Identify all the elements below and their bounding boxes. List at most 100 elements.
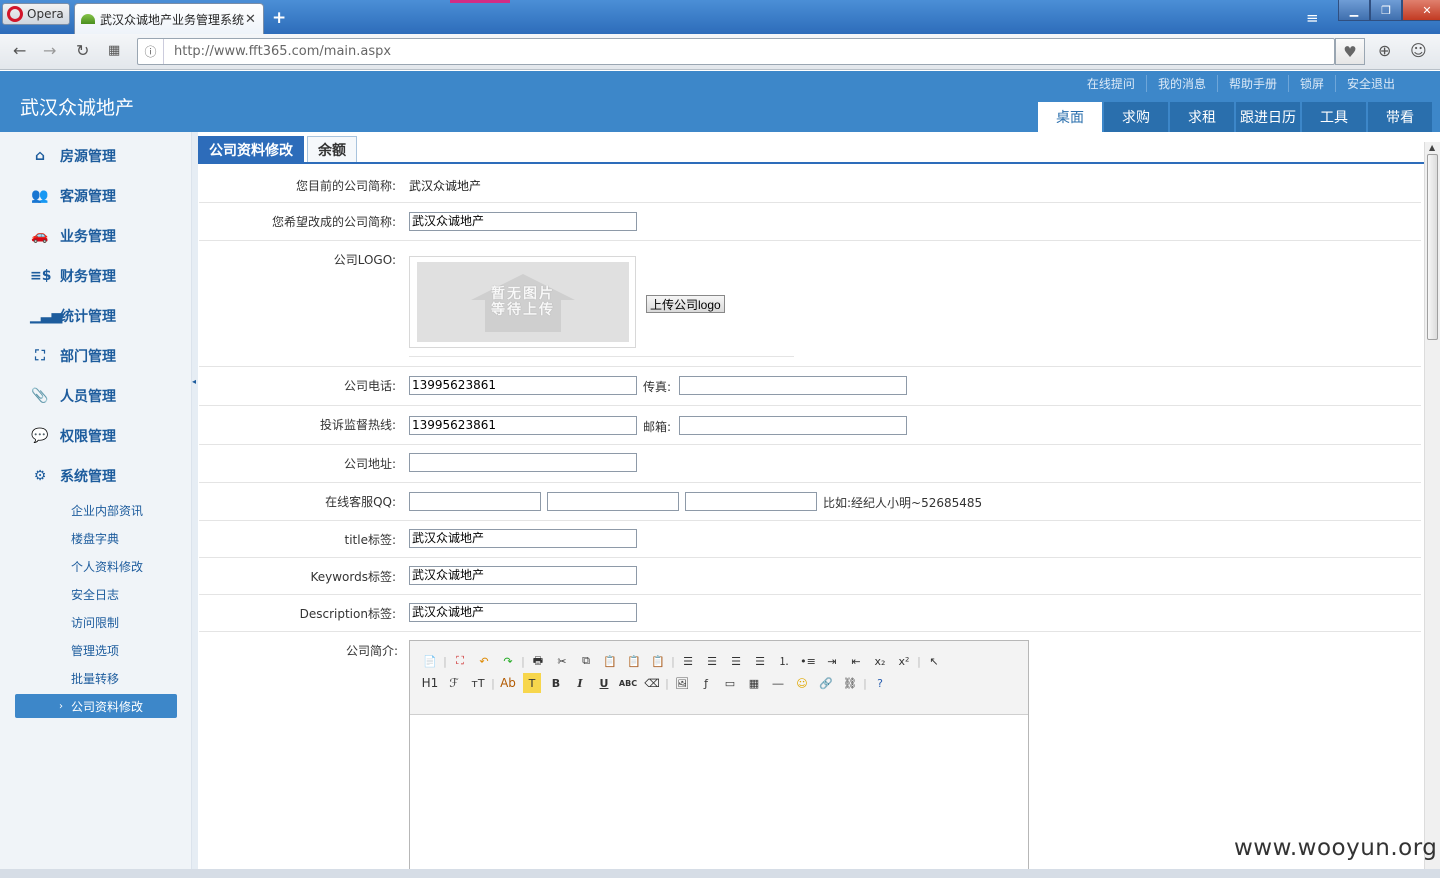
link-lock-screen[interactable]: 锁屏 [1287,75,1335,92]
help-icon[interactable]: ? [868,673,892,693]
sidebar-item-property[interactable]: ⌂ 房源管理 [30,145,116,167]
tab-viewing[interactable]: 带看 [1368,102,1432,132]
tab-rent-request[interactable]: 求租 [1170,102,1234,132]
outdent-icon[interactable]: ⇤ [844,651,868,671]
eraser-icon[interactable]: ⌫ [640,673,664,693]
bookmark-heart-icon[interactable]: ♥ [1335,38,1365,65]
tab-desktop[interactable]: 桌面 [1038,102,1102,132]
close-tab-icon[interactable]: ✕ [245,12,257,27]
link-logout[interactable]: 安全退出 [1334,75,1406,92]
paste-icon[interactable]: 📋 [598,651,622,671]
undo-icon[interactable]: ↶ [472,651,496,671]
emoticon-icon[interactable]: ☺ [790,673,814,693]
tab-menu-icon[interactable]: ≡ [1306,9,1319,27]
new-tab-icon[interactable]: + [272,8,286,28]
scrollbar-thumb[interactable] [1427,154,1438,340]
select-all-icon[interactable]: ↖ [922,651,946,671]
collapse-sidebar-icon[interactable]: ◂ [190,360,198,402]
sidebar-item-statistics[interactable]: ▁▃▅ 统计管理 [30,305,116,327]
sidebar-item-system[interactable]: ⚙ 系统管理 [30,465,116,487]
reload-icon[interactable]: ↻ [76,41,89,60]
sub-item-manage-options[interactable]: 管理选项 [71,642,119,659]
sidebar-item-staff[interactable]: 📎 人员管理 [30,385,116,407]
address-input[interactable] [409,453,637,472]
sub-item-personal-profile[interactable]: 个人资料修改 [71,558,143,575]
sidebar-item-departments[interactable]: ⛶ 部门管理 [30,345,116,367]
restore-icon[interactable]: ❐ [1370,0,1402,21]
fullscreen-icon[interactable]: ⛶ [448,651,472,671]
highlight-icon[interactable]: T [523,673,541,693]
flash-icon[interactable]: ƒ [694,673,718,693]
subscript-icon[interactable]: x₂ [868,651,892,671]
forward-icon[interactable]: → [43,41,56,60]
underline-button[interactable]: U [592,673,616,693]
bold-button[interactable]: B [544,673,568,693]
link-my-messages[interactable]: 我的消息 [1145,75,1217,92]
tab-balance[interactable]: 余额 [307,136,357,162]
superscript-icon[interactable]: x² [892,651,916,671]
tab-tools[interactable]: 工具 [1302,102,1366,132]
unlink-icon[interactable]: ⛓ [838,673,862,693]
table-icon[interactable]: ▦ [742,673,766,693]
horizontal-rule-icon[interactable]: ― [766,673,790,693]
link-online-question[interactable]: 在线提问 [1076,75,1146,92]
tab-follow-calendar[interactable]: 跟进日历 [1236,102,1300,132]
new-name-input[interactable]: 武汉众诚地产 [409,212,637,231]
account-icon[interactable]: ☺ [1410,41,1427,60]
close-window-icon[interactable]: ✕ [1402,0,1440,21]
align-left-icon[interactable]: ☰ [676,651,700,671]
ordered-list-icon[interactable]: ⒈ [772,651,796,671]
editor-text-area[interactable] [410,715,1028,877]
site-info-icon[interactable]: ⓘ [138,39,164,64]
tab-buy-request[interactable]: 求购 [1104,102,1168,132]
sidebar-item-clients[interactable]: 👥 客源管理 [30,185,116,207]
address-bar[interactable]: ⓘ http://www.fft365.com/main.aspx [137,38,1335,65]
redo-icon[interactable]: ↷ [496,651,520,671]
sub-item-building-dictionary[interactable]: 楼盘字典 [71,530,119,547]
heading-button[interactable]: H1 [418,673,442,693]
link-icon[interactable]: 🔗 [814,673,838,693]
sub-item-security-log[interactable]: 安全日志 [71,586,119,603]
paste-text-icon[interactable]: 📋 [622,651,646,671]
sidebar-item-business[interactable]: 🚗 业务管理 [30,225,116,247]
title-tag-input[interactable]: 武汉众诚地产 [409,529,637,548]
unordered-list-icon[interactable]: •≡ [796,651,820,671]
sub-item-internal-news[interactable]: 企业内部资讯 [71,502,143,519]
paste-word-icon[interactable]: 📋 [646,651,670,671]
phone-input[interactable]: 13995623861 [409,376,637,395]
tab-company-profile[interactable]: 公司资料修改 [198,136,304,162]
keywords-tag-input[interactable]: 武汉众诚地产 [409,566,637,585]
font-family-button[interactable]: ℱ [442,673,466,693]
font-size-button[interactable]: тT [466,673,490,693]
cut-icon[interactable]: ✂ [550,651,574,671]
sidebar-splitter[interactable] [191,132,198,878]
qq-input-2[interactable] [547,492,679,511]
print-icon[interactable]: 🖶 [526,651,550,671]
link-help[interactable]: 帮助手册 [1216,75,1288,92]
email-input[interactable] [679,416,907,435]
description-tag-input[interactable]: 武汉众诚地产 [409,603,637,622]
speed-dial-icon[interactable]: ▦ [108,43,120,58]
strikethrough-button[interactable]: ABC [616,673,640,693]
sub-item-batch-transfer[interactable]: 批量转移 [71,670,119,687]
source-icon[interactable]: 📄 [418,651,442,671]
sub-item-company-profile[interactable]: › 公司资料修改 [15,694,177,718]
indent-icon[interactable]: ⇥ [820,651,844,671]
upload-logo-button[interactable]: 上传公司logo [646,295,725,313]
copy-icon[interactable]: ⧉ [574,651,598,671]
fax-input[interactable] [679,376,907,395]
qq-input-1[interactable] [409,492,541,511]
media-icon[interactable]: ▭ [718,673,742,693]
vertical-scrollbar[interactable]: ▲ [1424,142,1440,878]
qq-input-3[interactable] [685,492,817,511]
scroll-up-icon[interactable]: ▲ [1429,143,1435,152]
sidebar-item-permissions[interactable]: 💬 权限管理 [30,425,116,447]
sidebar-item-finance[interactable]: ≡$ 财务管理 [30,265,116,287]
italic-button[interactable]: I [568,673,592,693]
back-icon[interactable]: ← [13,41,26,60]
hotline-input[interactable]: 13995623861 [409,416,637,435]
download-icon[interactable]: ⊕ [1378,41,1391,60]
browser-tab[interactable]: 武汉众诚地产业务管理系统 ✕ [74,3,264,34]
image-icon[interactable]: 🖼 [670,673,694,693]
align-center-icon[interactable]: ☰ [700,651,724,671]
